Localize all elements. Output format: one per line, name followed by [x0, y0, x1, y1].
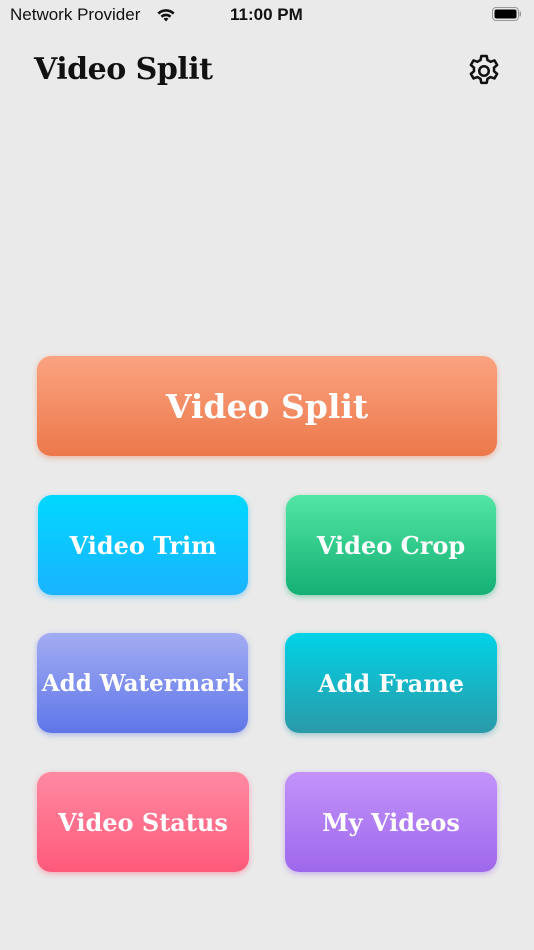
video-crop-button[interactable]: Video Crop	[286, 495, 496, 595]
wifi-icon	[157, 9, 175, 22]
clock: 11:00 PM	[230, 5, 303, 24]
add-watermark-button[interactable]: Add Watermark	[37, 633, 248, 733]
my-videos-button[interactable]: My Videos	[285, 772, 497, 872]
gear-icon[interactable]	[465, 52, 503, 90]
video-split-button[interactable]: Video Split	[37, 356, 497, 456]
page-title: Video Split	[34, 52, 213, 87]
carrier-name: Network Provider	[10, 5, 141, 24]
status-bar: Network Provider 11:00 PM	[0, 0, 534, 30]
battery-full-icon	[492, 7, 521, 21]
video-trim-button[interactable]: Video Trim	[38, 495, 248, 595]
add-frame-button[interactable]: Add Frame	[285, 633, 497, 733]
video-status-button[interactable]: Video Status	[37, 772, 249, 872]
